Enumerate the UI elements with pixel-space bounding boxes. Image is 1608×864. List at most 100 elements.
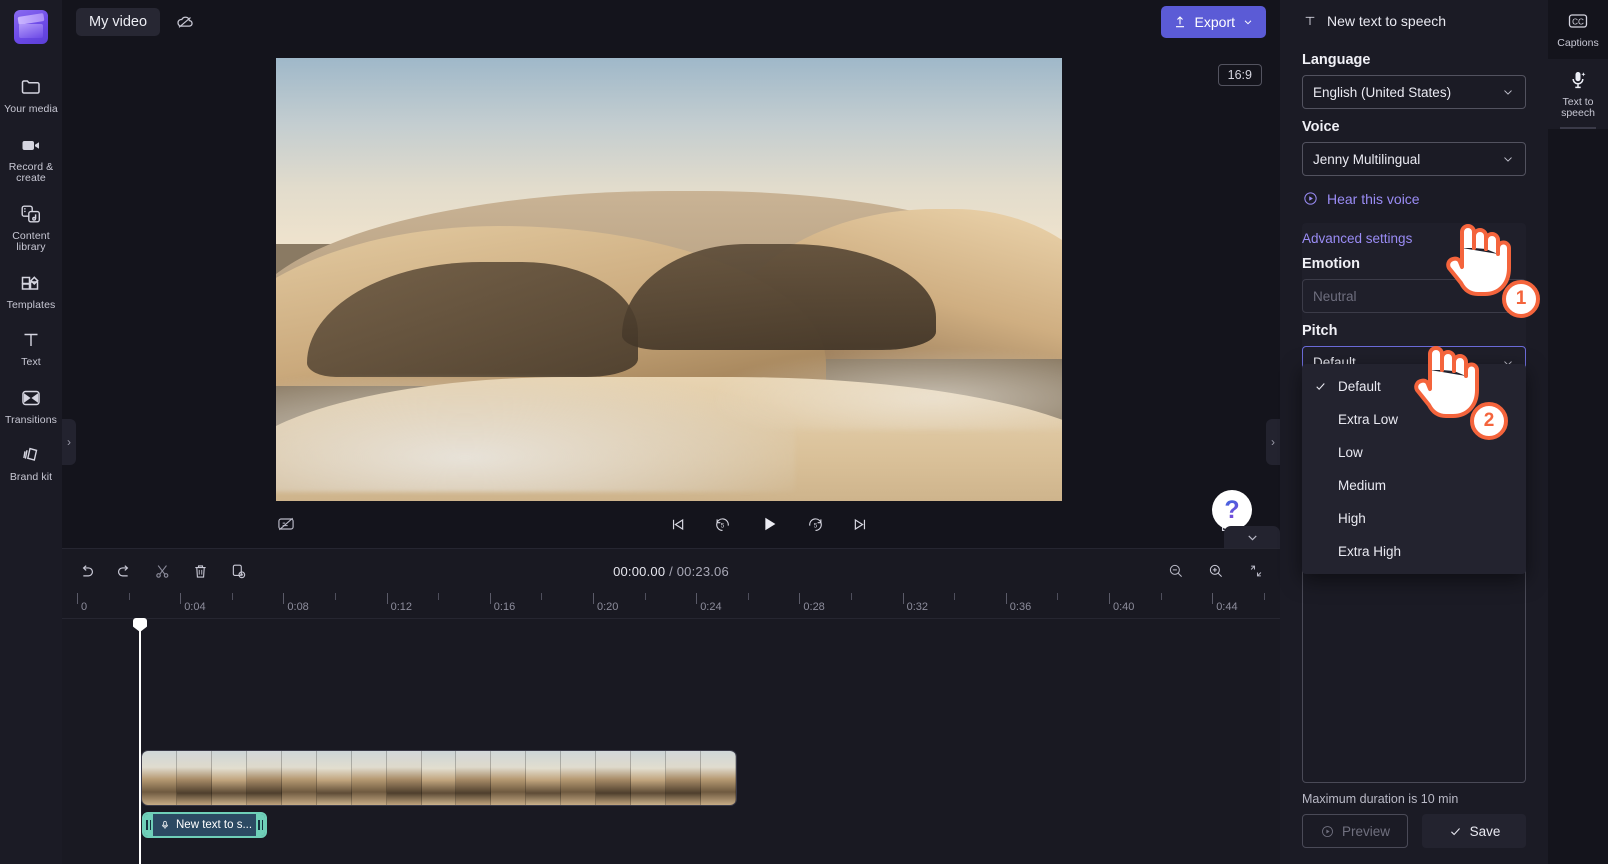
language-select[interactable]: English (United States) bbox=[1302, 75, 1526, 109]
project-title[interactable]: My video bbox=[76, 8, 161, 36]
templates-icon bbox=[21, 275, 39, 290]
duplicate-button[interactable] bbox=[228, 561, 248, 581]
sidebar-item-brand-kit[interactable]: Brand kit bbox=[0, 434, 62, 492]
clipchamp-logo-icon[interactable] bbox=[14, 10, 48, 44]
collapse-left-panel-arrow[interactable]: › bbox=[62, 419, 76, 465]
ruler-tick-minor bbox=[1263, 593, 1265, 600]
check-icon bbox=[1312, 380, 1328, 393]
sidebar-item-transitions[interactable]: Transitions bbox=[0, 377, 62, 435]
advanced-settings-section: Advanced settings Emotion Neutral Pitch … bbox=[1302, 223, 1526, 380]
ruler-label: 0:44 bbox=[1216, 601, 1238, 613]
split-button[interactable] bbox=[152, 561, 172, 581]
emotion-value: Neutral bbox=[1313, 288, 1357, 304]
zoom-out-button[interactable] bbox=[1166, 561, 1186, 581]
cc-icon: CC bbox=[1568, 14, 1588, 28]
redo-button[interactable] bbox=[114, 561, 134, 581]
preview-button[interactable]: Preview bbox=[1302, 814, 1408, 848]
folder-icon bbox=[21, 80, 40, 94]
voice-label: Voice bbox=[1302, 119, 1340, 135]
fit-to-screen-icon bbox=[1250, 565, 1262, 577]
timeline-ruler[interactable]: 0 0:04 0:08 0:12 0:16 0:20 0:24 0:28 0:32 0:36 0:4… bbox=[62, 593, 1280, 619]
rewind-5-button[interactable]: 5 bbox=[713, 515, 732, 534]
ruler-tick bbox=[593, 593, 594, 604]
pitch-option-medium[interactable]: Medium bbox=[1302, 469, 1526, 502]
right-rail-label: Text to speech bbox=[1561, 95, 1595, 119]
panel-collapse-button[interactable] bbox=[1224, 526, 1280, 548]
voice-select[interactable]: Jenny Multilingual bbox=[1302, 142, 1526, 176]
pitch-option-extra-high[interactable]: Extra High bbox=[1302, 535, 1526, 568]
pitch-option-low[interactable]: Low bbox=[1302, 436, 1526, 469]
pitch-option-label: Default bbox=[1338, 379, 1381, 394]
play-circle-icon bbox=[1322, 825, 1333, 837]
sidebar-item-record-create[interactable]: Record & create bbox=[0, 124, 62, 193]
right-rail-item-captions[interactable]: CC Captions bbox=[1548, 0, 1608, 59]
ruler-label: 0:08 bbox=[287, 601, 309, 613]
ruler-label: 0:12 bbox=[390, 601, 413, 613]
undo-button[interactable] bbox=[76, 561, 96, 581]
help-label: ? bbox=[1224, 495, 1240, 524]
clip-label: New text to s... bbox=[176, 819, 253, 831]
ruler-label: 0:32 bbox=[906, 601, 929, 613]
captions-toggle-button[interactable] bbox=[276, 514, 296, 534]
playhead[interactable] bbox=[133, 618, 147, 864]
chevron-down-icon bbox=[1244, 20, 1252, 25]
save-button[interactable]: Save bbox=[1422, 814, 1526, 848]
video-preview[interactable] bbox=[276, 58, 1062, 501]
ruler-tick bbox=[1212, 593, 1214, 604]
advanced-settings-link[interactable]: Advanced settings bbox=[1302, 231, 1526, 246]
pitch-label: Pitch bbox=[1302, 323, 1338, 339]
play-button[interactable] bbox=[758, 513, 780, 535]
clip-thumbnail bbox=[316, 751, 352, 805]
sidebar-label: Text bbox=[21, 356, 41, 368]
zoom-in-button[interactable] bbox=[1206, 561, 1226, 581]
timeline-toolbar: 00:00.00 / 00:23.06 bbox=[62, 549, 1280, 593]
clip-trim-handle-left[interactable] bbox=[144, 814, 153, 836]
skip-to-start-button[interactable] bbox=[668, 515, 687, 534]
sidebar-label: Templates bbox=[6, 298, 56, 311]
sidebar-item-text[interactable]: Text bbox=[0, 319, 62, 377]
pitch-option-default[interactable]: Default bbox=[1302, 370, 1526, 403]
hear-this-voice-button[interactable]: Hear this voice bbox=[1302, 190, 1526, 207]
video-clip[interactable] bbox=[142, 751, 736, 805]
pitch-option-extra-low[interactable]: Extra Low bbox=[1302, 403, 1526, 436]
sidebar-item-your-media[interactable]: Your media bbox=[0, 66, 62, 124]
forward-5-button[interactable]: 5 bbox=[806, 515, 825, 534]
export-button[interactable]: Export bbox=[1160, 6, 1266, 38]
text-to-speech-clip[interactable]: New text to s... bbox=[142, 812, 267, 838]
pitch-option-high[interactable]: High bbox=[1302, 502, 1526, 535]
text-icon bbox=[1305, 16, 1315, 25]
timeline: 00:00.00 / 00:23.06 0 0:04 0:08 0:12 0:1… bbox=[62, 548, 1280, 864]
ruler-label: 0:24 bbox=[700, 601, 722, 613]
fit-to-screen-button[interactable] bbox=[1246, 561, 1266, 581]
emotion-label: Emotion bbox=[1302, 256, 1360, 272]
clip-thumbnail bbox=[421, 751, 457, 805]
sidebar-item-content-library[interactable]: Content library bbox=[0, 193, 62, 262]
trash-icon bbox=[194, 564, 206, 578]
rewind-5-icon: 5 bbox=[716, 517, 729, 531]
pitch-option-label: Extra Low bbox=[1338, 412, 1399, 427]
help-button[interactable]: ? bbox=[1212, 490, 1252, 530]
panel-header: New text to speech bbox=[1302, 0, 1526, 42]
clip-thumbnail bbox=[176, 751, 212, 805]
cloud-status-button[interactable] bbox=[168, 7, 202, 37]
right-rail-item-text-to-speech[interactable]: Text to speech bbox=[1548, 58, 1608, 129]
clip-trim-handle-right[interactable] bbox=[256, 814, 265, 836]
ruler-tick-minor bbox=[231, 593, 233, 600]
hear-this-voice-label: Hear this voice bbox=[1327, 190, 1420, 207]
text-to-speech-icon bbox=[1572, 71, 1586, 88]
right-sidebar: CC Captions Text to speech bbox=[1548, 0, 1608, 864]
sidebar-item-templates[interactable]: Templates bbox=[0, 262, 62, 320]
aspect-ratio-badge[interactable]: 16:9 bbox=[1217, 64, 1262, 86]
upload-icon bbox=[1175, 16, 1184, 28]
playhead-knob[interactable] bbox=[133, 618, 147, 632]
pitch-dropdown[interactable]: Default Extra Low Low Medium High Extra High bbox=[1302, 364, 1526, 574]
clip-thumbnail bbox=[351, 751, 387, 805]
skip-to-end-button[interactable] bbox=[851, 515, 870, 534]
delete-button[interactable] bbox=[190, 561, 210, 581]
pitch-option-label: Medium bbox=[1338, 478, 1387, 493]
scissors-icon bbox=[155, 564, 168, 578]
sidebar-label: Your media bbox=[4, 103, 58, 115]
text-to-speech-panel: New text to speech Language English (Uni… bbox=[1280, 0, 1548, 864]
ruler-label: 0:04 bbox=[184, 601, 206, 613]
collapse-right-panel-arrow[interactable]: › bbox=[1266, 419, 1280, 465]
